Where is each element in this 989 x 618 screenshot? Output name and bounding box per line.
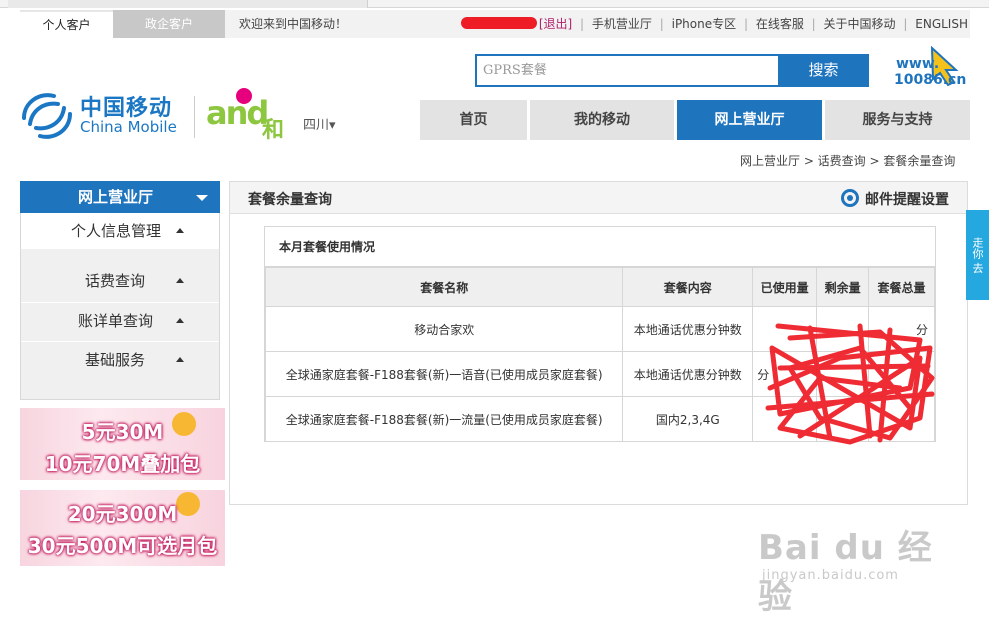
cell-package-name: 移动合家欢	[264, 306, 624, 352]
chevron-down-icon	[196, 195, 208, 201]
watermark-url: jingyan.baidu.com	[762, 568, 899, 583]
cell-remaining	[816, 351, 870, 397]
gear-icon	[841, 189, 859, 207]
baidu-watermark: Bai du 经验 jingyan.baidu.com	[758, 500, 958, 617]
link-iphone[interactable]: iPhone专区	[672, 17, 737, 31]
tab-enterprise-customer[interactable]: 政企客户	[113, 10, 225, 38]
and-text: and	[206, 94, 269, 132]
welcome-text: 欢迎来到中国移动！	[239, 17, 348, 31]
chevron-up-icon	[176, 278, 184, 283]
sidebar-item-label: 账详单查询	[77, 312, 153, 330]
china-mobile-logo[interactable]: 中国移动 China Mobile	[18, 88, 188, 144]
cell-remaining	[816, 396, 870, 442]
separator: |	[580, 17, 585, 31]
link-online-service[interactable]: 在线客服	[756, 17, 804, 31]
separator: |	[903, 17, 908, 31]
sidebar-item-detail-query[interactable]: 账详单查询	[21, 302, 219, 338]
promo-line-2: 10元70M叠加包	[44, 452, 201, 476]
and-logo[interactable]: and 和	[206, 88, 296, 143]
cell-package-content: 本地通话优惠分钟数	[622, 306, 754, 352]
floating-side-tab[interactable]: 走你 去	[966, 210, 989, 300]
col-remaining: 剩余量	[816, 267, 870, 307]
mail-reminder-label: 邮件提醒设置	[865, 192, 949, 208]
search-button[interactable]: 搜索	[778, 54, 869, 87]
tab-personal-customer[interactable]: 个人客户	[20, 10, 113, 38]
redacted-username	[460, 17, 537, 29]
cell-used	[752, 306, 818, 352]
separator: |	[811, 17, 816, 31]
separator: |	[743, 17, 748, 31]
promo-banner-1[interactable]: 5元30M 10元70M叠加包	[20, 408, 225, 480]
top-bar: 个人客户 政企客户 欢迎来到中国移动！ [退出] | 手机营业厅 | iPhon…	[20, 10, 970, 38]
usage-table: 套餐名称 套餐内容 已使用量 剩余量 套餐总量 移动合家欢 本地通话优惠分钟数 …	[264, 267, 935, 442]
sidebar-header[interactable]: 网上营业厅	[20, 181, 220, 213]
link-about[interactable]: 关于中国移动	[824, 17, 896, 31]
package-balance-panel: 套餐余量查询 邮件提醒设置 本月套餐使用情况 套餐名称 套餐内容 已使用量 剩余…	[229, 181, 968, 505]
cell-total	[868, 396, 935, 442]
nav-online-hall[interactable]: 网上营业厅	[677, 100, 822, 140]
link-mobile-hall[interactable]: 手机营业厅	[592, 17, 652, 31]
mail-reminder-settings[interactable]: 邮件提醒设置	[841, 189, 949, 209]
cell-total	[868, 351, 935, 397]
sidebar-item-personal-info[interactable]: 个人信息管理	[21, 213, 219, 249]
he-text: 和	[262, 118, 285, 143]
promo-banner-2[interactable]: 20元300M 30元500M可选月包	[20, 490, 225, 566]
cell-package-name: 全球通家庭套餐-F188套餐(新)一语音(已使用成员家庭套餐)	[264, 351, 624, 397]
sidebar-item-label: 个人信息管理	[70, 222, 161, 240]
cell-remaining	[816, 306, 870, 352]
separator: |	[659, 17, 664, 31]
table-caption: 本月套餐使用情况	[265, 227, 935, 267]
table-row: 全球通家庭套餐-F188套餐(新)一语音(已使用成员家庭套餐) 本地通话优惠分钟…	[264, 351, 935, 397]
nav-home[interactable]: 首页	[420, 100, 527, 140]
china-mobile-en: China Mobile	[80, 118, 177, 136]
table-row: 移动合家欢 本地通话优惠分钟数 分	[264, 306, 935, 352]
usage-table-wrapper: 本月套餐使用情况 套餐名称 套餐内容 已使用量 剩余量 套餐总量 移动合家欢 本…	[264, 226, 936, 442]
browser-tab-strip	[0, 0, 989, 8]
nav-service-support[interactable]: 服务与支持	[825, 100, 970, 140]
promo-line-1: 20元300M	[67, 502, 178, 526]
panel-header: 套餐余量查询 邮件提醒设置	[230, 182, 967, 214]
search-input[interactable]: GPRS套餐	[475, 54, 778, 87]
site-10086-domain: 10086.cn	[894, 72, 967, 88]
logout-link[interactable]: [退出]	[539, 17, 572, 31]
nav-my-mobile[interactable]: 我的移动	[530, 100, 674, 140]
divider	[194, 96, 195, 138]
cell-total: 分	[868, 306, 935, 352]
breadcrumb: 网上营业厅 > 话费查询 > 套餐余量查询	[740, 154, 956, 168]
promo-line-1: 5元30M	[81, 420, 164, 444]
table-header-row: 套餐名称 套餐内容 已使用量 剩余量 套餐总量	[264, 267, 935, 307]
cell-used: 分	[752, 351, 818, 397]
sidebar-menu: 个人信息管理 话费查询 账详单查询 基础服务	[20, 213, 220, 400]
chevron-up-icon	[176, 318, 184, 323]
site-10086-www: www.	[896, 56, 940, 72]
site-10086-logo[interactable]: www. 10086.cn	[890, 46, 970, 92]
sidebar-item-label: 基础服务	[84, 351, 145, 369]
col-package-content: 套餐内容	[622, 267, 754, 307]
browser-tab[interactable]	[8, 0, 368, 8]
sidebar-item-label: 话费查询	[84, 272, 145, 290]
cell-package-content: 国内2,3,4G	[622, 396, 754, 442]
sidebar-item-basic-service[interactable]: 基础服务	[21, 341, 219, 377]
cell-used	[752, 396, 818, 442]
col-used: 已使用量	[752, 267, 818, 307]
chevron-up-icon	[176, 228, 184, 233]
table-row: 全球通家庭套餐-F188套餐(新)一流量(已使用成员家庭套餐) 国内2,3,4G	[264, 396, 935, 442]
promo-line-2: 30元500M可选月包	[27, 534, 218, 558]
link-english[interactable]: ENGLISH	[915, 17, 968, 31]
province-selector[interactable]: 四川▾	[303, 114, 336, 133]
sidebar-header-label: 网上营业厅	[78, 188, 154, 206]
panel-title: 套餐余量查询	[248, 192, 332, 208]
china-mobile-emblem-icon	[22, 93, 72, 139]
cell-package-name: 全球通家庭套餐-F188套餐(新)一流量(已使用成员家庭套餐)	[264, 396, 624, 442]
top-links: [退出] | 手机营业厅 | iPhone专区 | 在线客服 | 关于中国移动 …	[460, 10, 968, 38]
col-total: 套餐总量	[868, 267, 935, 307]
main-nav: 首页 我的移动 网上营业厅 服务与支持	[420, 100, 970, 140]
sidebar-item-bill-query[interactable]: 话费查询	[21, 263, 219, 299]
col-package-name: 套餐名称	[264, 267, 624, 307]
chevron-up-icon	[176, 357, 184, 362]
cell-package-content: 本地通话优惠分钟数	[622, 351, 754, 397]
